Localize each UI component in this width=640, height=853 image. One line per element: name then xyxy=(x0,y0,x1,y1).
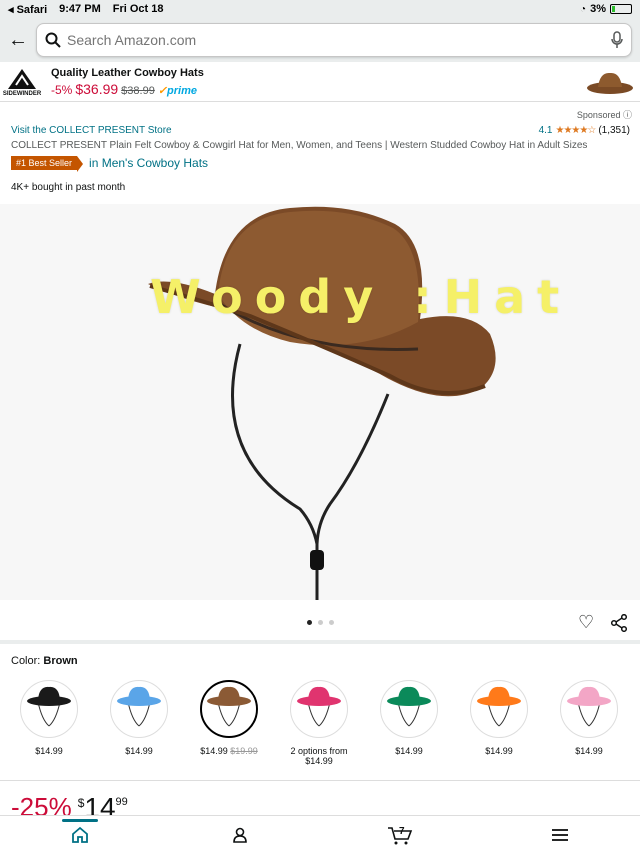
best-seller-row[interactable]: #1 Best Seller in Men's Cowboy Hats xyxy=(11,156,208,172)
swatch-price: $14.99 xyxy=(560,746,618,756)
share-icon[interactable] xyxy=(610,614,628,632)
bottom-nav: 7 xyxy=(0,815,640,853)
date-label: Fri Oct 18 xyxy=(112,2,164,15)
clock: 9:47 PM xyxy=(59,2,101,15)
carousel-dot[interactable] xyxy=(328,620,334,625)
swatch-price-text: $14.99 xyxy=(485,746,513,756)
ad-price: $36.99 xyxy=(75,80,119,97)
bought-count: 4K+ bought in past month xyxy=(11,182,126,193)
best-seller-category[interactable]: in Men's Cowboy Hats xyxy=(89,156,208,170)
color-swatches: $14.99 $14.99 $14.99 $19.99 2 options from $… xyxy=(20,680,618,766)
swatch-price: 2 options from $14.99 xyxy=(290,746,348,766)
svg-text:7: 7 xyxy=(399,826,405,837)
search-header: ← xyxy=(0,18,640,62)
menu-icon xyxy=(552,828,568,841)
status-bar: ◂ Safari 9:47 PM Fri Oct 18 ◔ 3% xyxy=(0,0,640,18)
cart-icon: 7 xyxy=(388,826,413,844)
swatch-image xyxy=(560,680,618,738)
swatch-price-text: $14.99 xyxy=(395,746,423,756)
person-icon xyxy=(233,827,247,843)
swatch-image xyxy=(290,680,348,738)
rating-value: 4.1 xyxy=(538,125,553,136)
color-label-text: Color: xyxy=(11,655,44,667)
swatch-old-price: $19.99 xyxy=(230,746,258,756)
ad-discount: -5% xyxy=(51,82,73,97)
prime-label: prime xyxy=(167,84,198,97)
wifi-icon: ◔ xyxy=(580,3,587,15)
image-carousel-dots[interactable] xyxy=(0,620,640,625)
sponsored-text: Sponsored xyxy=(576,110,621,120)
swatch-price: $14.99 xyxy=(20,746,78,756)
product-title: COLLECT PRESENT Plain Felt Cowboy & Cowg… xyxy=(11,140,588,151)
color-swatch[interactable]: $14.99 $19.99 xyxy=(200,680,258,766)
swatch-price-text: $14.99 xyxy=(575,746,603,756)
carrier-label: ◂ Safari xyxy=(8,3,48,16)
star-rating-icon: ★★★★☆ xyxy=(555,125,596,136)
swatch-price-secondary: $14.99 xyxy=(305,756,333,766)
swatch-price: $14.99 xyxy=(470,746,528,756)
search-icon xyxy=(45,32,61,48)
nav-menu[interactable] xyxy=(540,820,580,850)
color-label: Color: Brown xyxy=(11,655,78,667)
color-swatch[interactable]: $14.99 xyxy=(560,680,618,766)
microphone-icon[interactable] xyxy=(611,31,623,49)
price-currency: $ xyxy=(77,796,85,810)
selected-color: Brown xyxy=(43,655,78,667)
ad-brand-label: SIDEWINDER xyxy=(2,90,42,97)
swatch-price: $14.99 xyxy=(380,746,438,756)
home-icon xyxy=(72,826,88,843)
swatch-image xyxy=(470,680,528,738)
nav-account[interactable] xyxy=(220,820,260,850)
nav-home[interactable] xyxy=(60,818,100,850)
sidewinder-logo: SIDEWINDER xyxy=(0,62,44,102)
cowboy-hat-image xyxy=(148,206,496,600)
swatch-image xyxy=(20,680,78,738)
battery-icon xyxy=(610,4,632,14)
product-image[interactable]: Woody :Hat xyxy=(0,204,640,600)
color-swatch[interactable]: $14.99 xyxy=(20,680,78,766)
swatch-price-text: $14.99 xyxy=(200,746,228,756)
swatch-image xyxy=(380,680,438,738)
back-arrow-icon[interactable]: ← xyxy=(8,29,28,52)
review-count: (1,351) xyxy=(598,125,630,136)
color-swatch[interactable]: 2 options from $14.99 xyxy=(290,680,348,766)
best-seller-badge: #1 Best Seller xyxy=(11,156,84,172)
prime-badge: ✓prime xyxy=(157,84,198,97)
info-icon[interactable]: ⓘ xyxy=(623,110,632,120)
ad-hat-image xyxy=(587,72,633,94)
heart-icon[interactable]: ♡ xyxy=(578,612,594,633)
carousel-dot[interactable] xyxy=(317,620,323,625)
carousel-dot[interactable] xyxy=(306,620,312,625)
color-swatch[interactable]: $14.99 xyxy=(110,680,168,766)
swatch-image xyxy=(200,680,258,738)
ad-list-price: $38.99 xyxy=(121,84,155,97)
color-swatch[interactable]: $14.99 xyxy=(470,680,528,766)
search-input[interactable] xyxy=(67,32,611,48)
swatch-price-text: $14.99 xyxy=(35,746,63,756)
battery-percent: 3% xyxy=(590,3,606,15)
swatch-price-text: 2 options from xyxy=(290,746,348,756)
swatch-price-text: $14.99 xyxy=(125,746,153,756)
ad-title[interactable]: Quality Leather Cowboy Hats xyxy=(51,67,204,79)
swatch-price: $14.99 $19.99 xyxy=(200,746,258,756)
section-divider xyxy=(0,640,640,644)
color-swatch[interactable]: $14.99 xyxy=(380,680,438,766)
store-link[interactable]: Visit the COLLECT PRESENT Store xyxy=(11,125,172,136)
image-overlay-text: Woody :Hat xyxy=(150,270,572,324)
price-fraction: 99 xyxy=(115,796,128,808)
sponsored-ad-banner[interactable]: SIDEWINDER Quality Leather Cowboy Hats -… xyxy=(0,62,640,102)
nav-cart[interactable]: 7 xyxy=(380,820,420,850)
swatch-price: $14.99 xyxy=(110,746,168,756)
section-divider xyxy=(0,780,640,781)
rating-summary[interactable]: 4.1 ★★★★☆ (1,351) xyxy=(539,125,630,136)
sponsored-label[interactable]: Sponsored ⓘ xyxy=(577,108,632,121)
swatch-image xyxy=(110,680,168,738)
search-box[interactable] xyxy=(36,23,632,57)
